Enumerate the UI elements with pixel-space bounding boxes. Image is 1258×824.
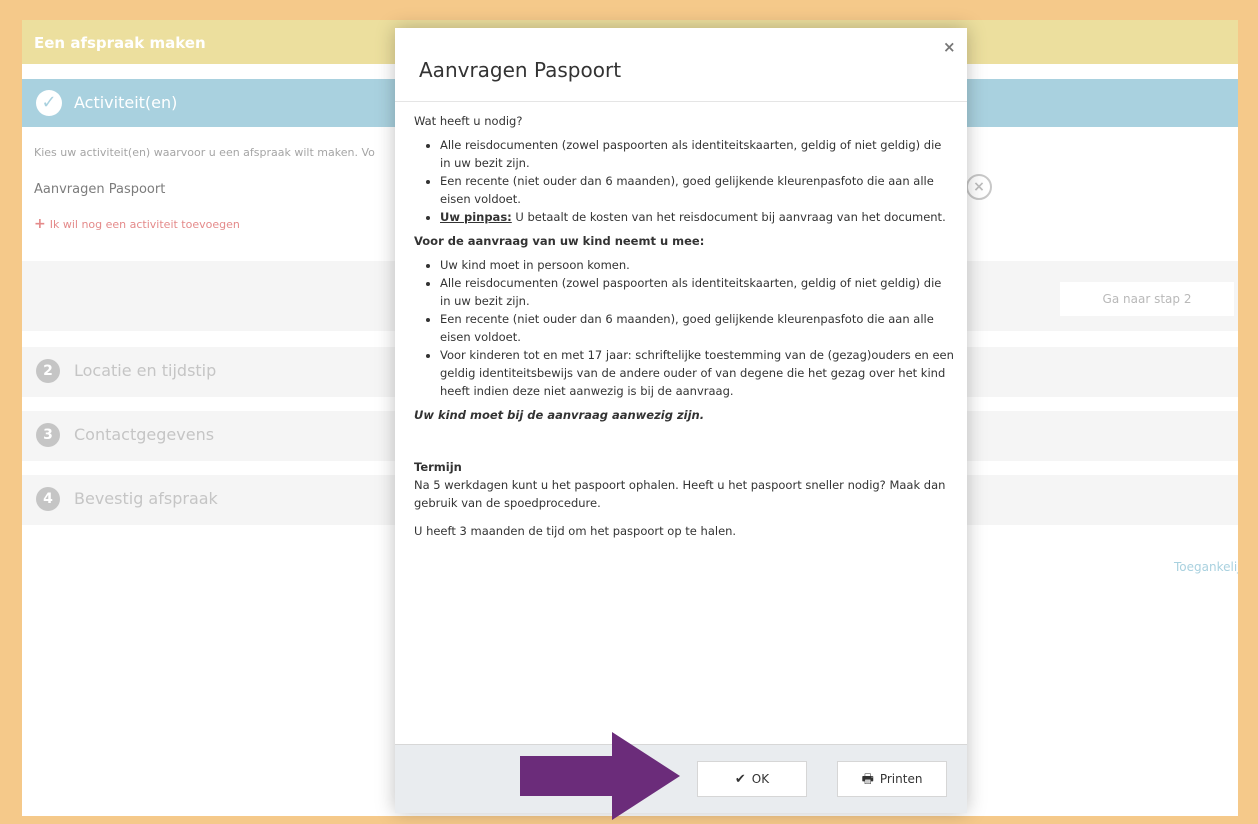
list-item: Uw kind moet in persoon komen. [440, 256, 954, 274]
selected-activity: Aanvragen Paspoort [34, 182, 166, 197]
list-item: Een recente (niet ouder dan 6 maanden), … [440, 172, 954, 208]
list-item: Alle reisdocumenten (zowel paspoorten al… [440, 274, 954, 310]
termijn-text: Na 5 werkdagen kunt u het paspoort ophal… [414, 478, 946, 510]
close-icon[interactable]: × [943, 38, 956, 56]
activity-info-modal: Aanvragen Paspoort × Wat heeft u nodig? … [395, 28, 967, 813]
list-item: Een recente (niet ouder dan 6 maanden), … [440, 310, 954, 346]
modal-header: Aanvragen Paspoort × [395, 28, 967, 102]
step-number-badge: 2 [36, 359, 60, 383]
pickup-text: U heeft 3 maanden de tijd om het paspoor… [414, 524, 737, 538]
step-label: Locatie en tijdstip [74, 361, 217, 380]
step-intro-text: Kies uw activiteit(en) waarvoor u een af… [34, 146, 375, 159]
printer-icon: 🖶 [861, 772, 874, 787]
step-label: Contactgegevens [74, 425, 215, 444]
checkmark-icon: ✓ [36, 90, 62, 116]
ok-button[interactable]: ✔ OK [697, 761, 807, 797]
next-step-button[interactable]: Ga naar stap 2 [1060, 282, 1234, 316]
add-activity-link[interactable]: + Ik wil nog een activiteit toevoegen [34, 216, 240, 232]
remove-activity-icon[interactable]: × [966, 174, 992, 200]
termijn-heading: Termijn [414, 460, 462, 474]
purple-arrow-icon [520, 732, 680, 820]
print-button[interactable]: 🖶 Printen [837, 761, 947, 797]
modal-footer: ✔ OK 🖶 Printen [395, 744, 967, 813]
step-number-badge: 4 [36, 487, 60, 511]
pinpas-text: U betaalt de kosten van het reisdocument… [511, 210, 946, 224]
pinpas-label: Uw pinpas: [440, 210, 512, 224]
requirements-list: Alle reisdocumenten (zowel paspoorten al… [414, 136, 954, 226]
list-item: Voor kinderen tot en met 17 jaar: schrif… [440, 346, 954, 400]
list-item: Uw pinpas: U betaalt de kosten van het r… [440, 208, 954, 226]
list-item: Alle reisdocumenten (zowel paspoorten al… [440, 136, 954, 172]
child-note: Uw kind moet bij de aanvraag aanwezig zi… [414, 408, 705, 422]
step-number-badge: 3 [36, 423, 60, 447]
plus-icon: + [34, 216, 46, 232]
step-label: Activiteit(en) [74, 93, 178, 112]
child-heading: Voor de aanvraag van uw kind neemt u mee… [414, 234, 705, 248]
step-label: Bevestig afspraak [74, 489, 218, 508]
modal-body: Wat heeft u nodig? Alle reisdocumenten (… [414, 112, 954, 540]
child-requirements-list: Uw kind moet in persoon komen. Alle reis… [414, 256, 954, 400]
modal-intro: Wat heeft u nodig? [414, 114, 523, 128]
checkmark-icon: ✔ [734, 772, 746, 787]
modal-title: Aanvragen Paspoort [419, 58, 622, 82]
accessibility-link[interactable]: Toegankelijkhe [1174, 560, 1238, 574]
